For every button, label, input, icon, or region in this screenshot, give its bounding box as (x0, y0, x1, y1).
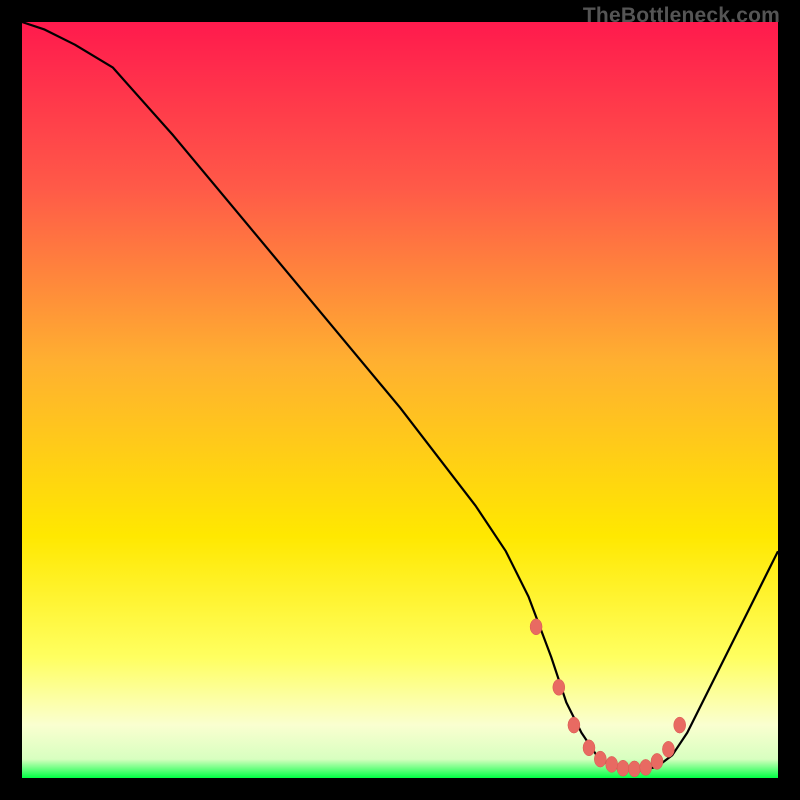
sweet-spot-marker (568, 717, 580, 733)
sweet-spot-marker (640, 759, 652, 775)
sweet-spot-marker (617, 760, 629, 776)
sweet-spot-marker (674, 717, 686, 733)
chart-container: TheBottleneck.com (0, 0, 800, 800)
sweet-spot-marker (553, 679, 565, 695)
watermark-text: TheBottleneck.com (583, 4, 780, 28)
sweet-spot-marker (594, 751, 606, 767)
sweet-spot-marker (583, 740, 595, 756)
sweet-spot-marker (651, 753, 663, 769)
chart-svg (22, 22, 778, 778)
sweet-spot-marker (606, 756, 618, 772)
sweet-spot-marker (628, 761, 640, 777)
gradient-background (22, 22, 778, 778)
plot-area (22, 22, 778, 778)
sweet-spot-marker (662, 741, 674, 757)
sweet-spot-marker (530, 619, 542, 635)
